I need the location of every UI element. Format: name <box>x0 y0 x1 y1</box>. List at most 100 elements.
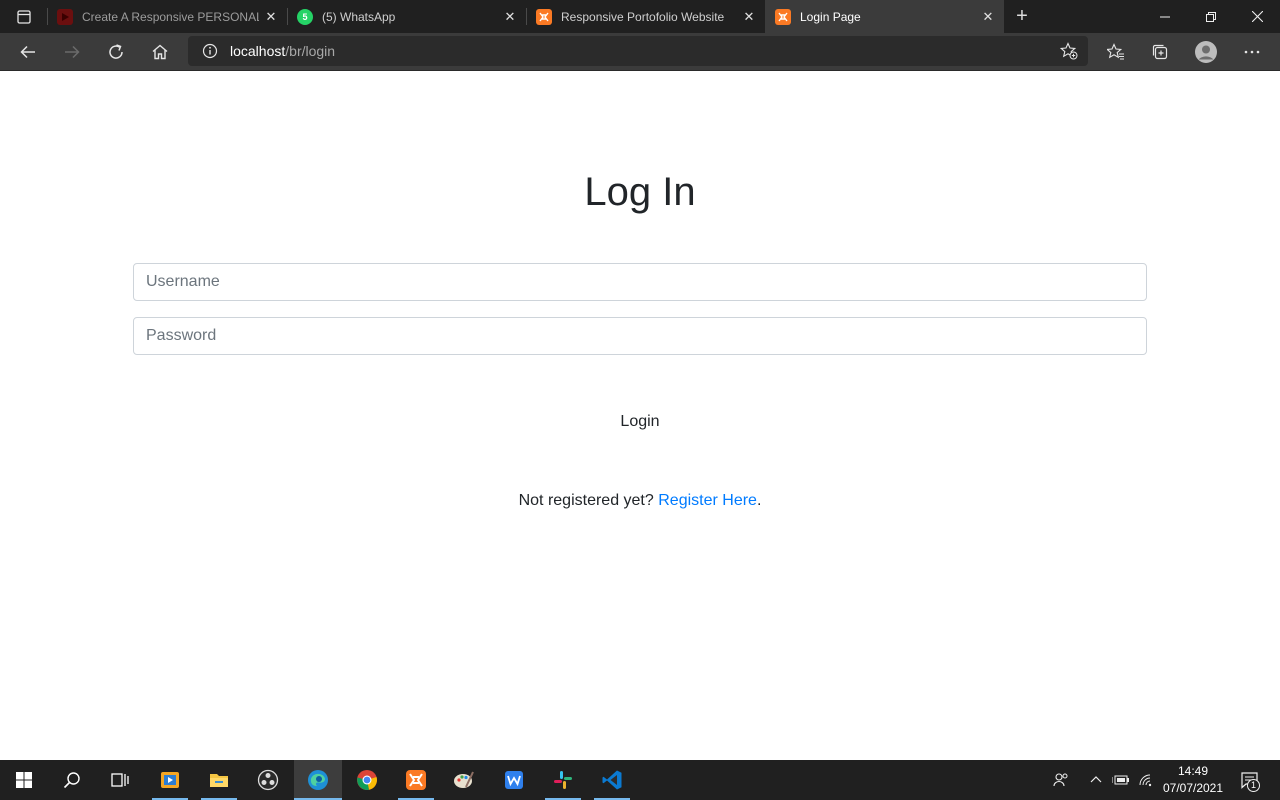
browser-tab-bar: Create A Responsive PERSONAL ✕ 5 (5) Wha… <box>0 0 1280 33</box>
url-host: localhost <box>230 43 286 59</box>
close-icon <box>1251 11 1263 22</box>
profile-button[interactable] <box>1190 36 1222 68</box>
back-button[interactable] <box>12 36 44 68</box>
tab-login-page[interactable]: Login Page ✕ <box>765 0 1004 33</box>
windows-taskbar: 14:49 07/07/2021 1 <box>0 760 1280 800</box>
people-button[interactable] <box>1048 760 1074 800</box>
taskbar-chrome[interactable] <box>343 760 391 800</box>
tab-portfolio[interactable]: Responsive Portofolio Website ✕ <box>526 0 765 33</box>
vscode-icon <box>602 770 622 790</box>
whatsapp-badge: 5 <box>302 11 308 22</box>
windows-logo-icon <box>16 772 32 788</box>
minimize-button[interactable] <box>1142 0 1188 33</box>
taskbar-wps[interactable] <box>490 760 538 800</box>
xampp-icon <box>775 8 791 25</box>
tab-close-button[interactable]: ✕ <box>976 9 1000 25</box>
minimize-icon <box>1160 16 1170 17</box>
tab-close-button[interactable]: ✕ <box>737 9 761 25</box>
clock-time: 14:49 <box>1177 764 1209 778</box>
search-button[interactable] <box>48 760 96 800</box>
whatsapp-icon: 5 <box>297 8 313 25</box>
clock-date: 07/07/2021 <box>1162 781 1224 795</box>
address-url: localhost/br/login <box>230 43 335 59</box>
notification-count: 1 <box>1247 779 1260 792</box>
wifi-icon <box>1139 774 1152 787</box>
slack-icon <box>554 771 572 789</box>
browser-toolbar: localhost/br/login <box>0 33 1280 71</box>
xampp-icon <box>536 8 552 25</box>
battery-icon <box>1112 775 1129 785</box>
star-add-icon <box>1060 42 1078 60</box>
refresh-button[interactable] <box>100 36 132 68</box>
start-button[interactable] <box>0 760 48 800</box>
tab-close-button[interactable]: ✕ <box>259 9 283 25</box>
register-link[interactable]: Register Here <box>658 492 757 509</box>
paint-icon <box>454 771 474 788</box>
forward-button[interactable] <box>56 36 88 68</box>
show-hidden-icons-button[interactable] <box>1086 760 1106 800</box>
taskbar-xampp[interactable] <box>392 760 440 800</box>
more-dots-icon <box>1244 50 1260 54</box>
tab-actions-button[interactable] <box>0 0 48 33</box>
task-view-icon <box>111 773 129 787</box>
tab-actions-icon <box>17 9 31 24</box>
restore-icon <box>1206 11 1216 22</box>
add-favorite-button[interactable] <box>1060 42 1078 60</box>
password-input[interactable] <box>133 317 1147 355</box>
home-icon <box>152 44 168 60</box>
taskbar-edge[interactable] <box>294 760 342 800</box>
taskbar-obs[interactable] <box>244 760 292 800</box>
close-window-button[interactable] <box>1234 0 1280 33</box>
action-center-button[interactable]: 1 <box>1236 760 1264 800</box>
battery-button[interactable] <box>1110 760 1132 800</box>
page-content: Log In Login Not registered yet? Registe… <box>0 71 1280 760</box>
home-button[interactable] <box>144 36 176 68</box>
favorites-button[interactable] <box>1100 36 1132 68</box>
xampp-icon <box>406 770 426 790</box>
new-tab-button[interactable]: + <box>1008 0 1036 33</box>
tab-whatsapp[interactable]: 5 (5) WhatsApp ✕ <box>287 0 526 33</box>
search-icon <box>63 772 80 789</box>
restore-button[interactable] <box>1188 0 1234 33</box>
chrome-icon <box>357 770 377 790</box>
people-icon <box>1053 773 1068 787</box>
media-player-icon <box>161 772 179 788</box>
edge-icon <box>308 770 328 790</box>
wps-icon <box>505 771 523 789</box>
chevron-up-icon <box>1090 776 1102 783</box>
collections-icon <box>1152 44 1168 60</box>
forward-arrow-icon <box>65 45 80 59</box>
taskbar-vscode[interactable] <box>588 760 636 800</box>
register-suffix: . <box>756 492 762 509</box>
login-button[interactable]: Login <box>600 407 680 437</box>
url-path: /br/login <box>285 43 336 59</box>
taskbar-media-player[interactable] <box>146 760 194 800</box>
collections-button[interactable] <box>1144 36 1176 68</box>
back-arrow-icon <box>20 45 35 59</box>
tab-close-button[interactable]: ✕ <box>498 9 522 25</box>
register-prompt-text: Not registered yet? <box>518 492 654 509</box>
taskbar-file-explorer[interactable] <box>195 760 243 800</box>
taskbar-slack[interactable] <box>539 760 587 800</box>
username-input[interactable] <box>133 263 1147 301</box>
page-title: Log In <box>584 170 696 214</box>
site-info-icon[interactable] <box>202 43 218 59</box>
file-explorer-icon <box>210 774 228 787</box>
tab-title: Create A Responsive PERSONAL <box>82 9 259 24</box>
task-view-button[interactable] <box>96 760 144 800</box>
settings-more-button[interactable] <box>1236 36 1268 68</box>
obs-icon <box>257 769 279 791</box>
address-bar[interactable]: localhost/br/login <box>188 36 1088 66</box>
youtube-icon <box>57 8 73 25</box>
tab-title: (5) WhatsApp <box>322 9 396 24</box>
taskbar-clock[interactable]: 14:49 07/07/2021 <box>1158 763 1228 797</box>
avatar-icon <box>1195 41 1217 63</box>
network-button[interactable] <box>1135 760 1157 800</box>
tab-youtube[interactable]: Create A Responsive PERSONAL ✕ <box>47 0 287 33</box>
tab-title: Responsive Portofolio Website <box>561 9 725 24</box>
refresh-icon <box>109 44 123 59</box>
favorites-icon <box>1107 43 1124 60</box>
taskbar-paint[interactable] <box>440 760 488 800</box>
tab-title: Login Page <box>800 9 861 24</box>
register-prompt: Not registered yet? Register Here. <box>0 492 1280 510</box>
